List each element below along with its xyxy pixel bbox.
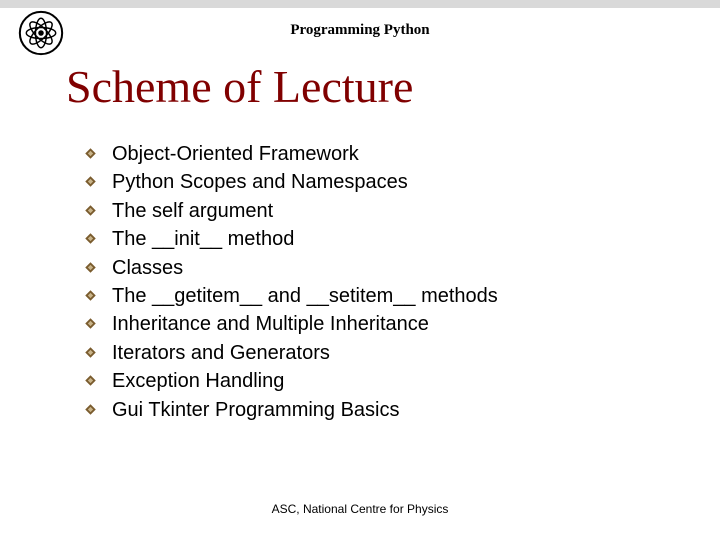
list-item-label: The __getitem__ and __setitem__ methods: [112, 285, 498, 307]
list-item: The self argument: [84, 197, 498, 225]
list-item: The __init__ method: [84, 225, 498, 253]
diamond-bullet-icon: [84, 403, 97, 416]
list-item: Inheritance and Multiple Inheritance: [84, 310, 498, 338]
list-item-label: Python Scopes and Namespaces: [112, 171, 408, 193]
list-item: Gui Tkinter Programming Basics: [84, 396, 498, 424]
header-subject: Programming Python: [0, 22, 720, 39]
slide-title: Scheme of Lecture: [66, 60, 413, 113]
header-bar: [0, 0, 720, 8]
list-item: The __getitem__ and __setitem__ methods: [84, 282, 498, 310]
list-item-label: The __init__ method: [112, 228, 294, 250]
list-item-label: Iterators and Generators: [112, 342, 330, 364]
diamond-bullet-icon: [84, 289, 97, 302]
diamond-bullet-icon: [84, 374, 97, 387]
list-item: Object-Oriented Framework: [84, 140, 498, 168]
diamond-bullet-icon: [84, 261, 97, 274]
list-item-label: Exception Handling: [112, 370, 284, 392]
list-item: Classes: [84, 254, 498, 282]
list-item-label: The self argument: [112, 200, 273, 222]
diamond-bullet-icon: [84, 232, 97, 245]
list-item: Iterators and Generators: [84, 339, 498, 367]
diamond-bullet-icon: [84, 317, 97, 330]
diamond-bullet-icon: [84, 346, 97, 359]
diamond-bullet-icon: [84, 175, 97, 188]
list-item-label: Inheritance and Multiple Inheritance: [112, 313, 429, 335]
list-item: Exception Handling: [84, 367, 498, 395]
list-item-label: Object-Oriented Framework: [112, 143, 359, 165]
diamond-bullet-icon: [84, 147, 97, 160]
list-item: Python Scopes and Namespaces: [84, 168, 498, 196]
bullet-list: Object-Oriented Framework Python Scopes a…: [84, 140, 498, 424]
list-item-label: Classes: [112, 257, 183, 279]
diamond-bullet-icon: [84, 204, 97, 217]
list-item-label: Gui Tkinter Programming Basics: [112, 399, 400, 421]
footer-text: ASC, National Centre for Physics: [0, 502, 720, 516]
